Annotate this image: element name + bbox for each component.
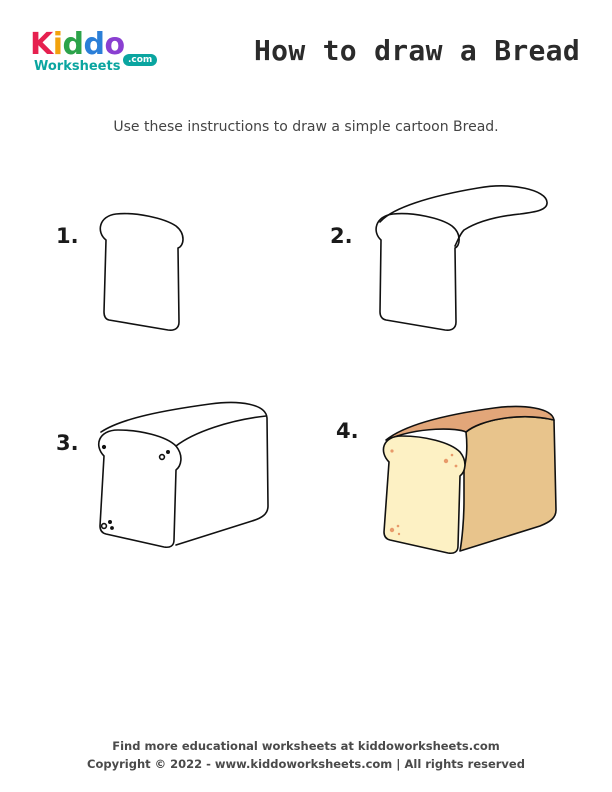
step-1-bread-slice [99, 212, 184, 331]
drawing-stage [97, 185, 557, 555]
step-3-bread-loaf-outline [97, 401, 269, 549]
footer-promo: Find more educational worksheets at kidd… [112, 739, 500, 753]
step-4-bread-loaf-colored [382, 405, 557, 555]
footer-copyright: Copyright © 2022 - www.kiddoworksheets.c… [87, 757, 525, 771]
step-2-bread-with-top [375, 185, 548, 331]
